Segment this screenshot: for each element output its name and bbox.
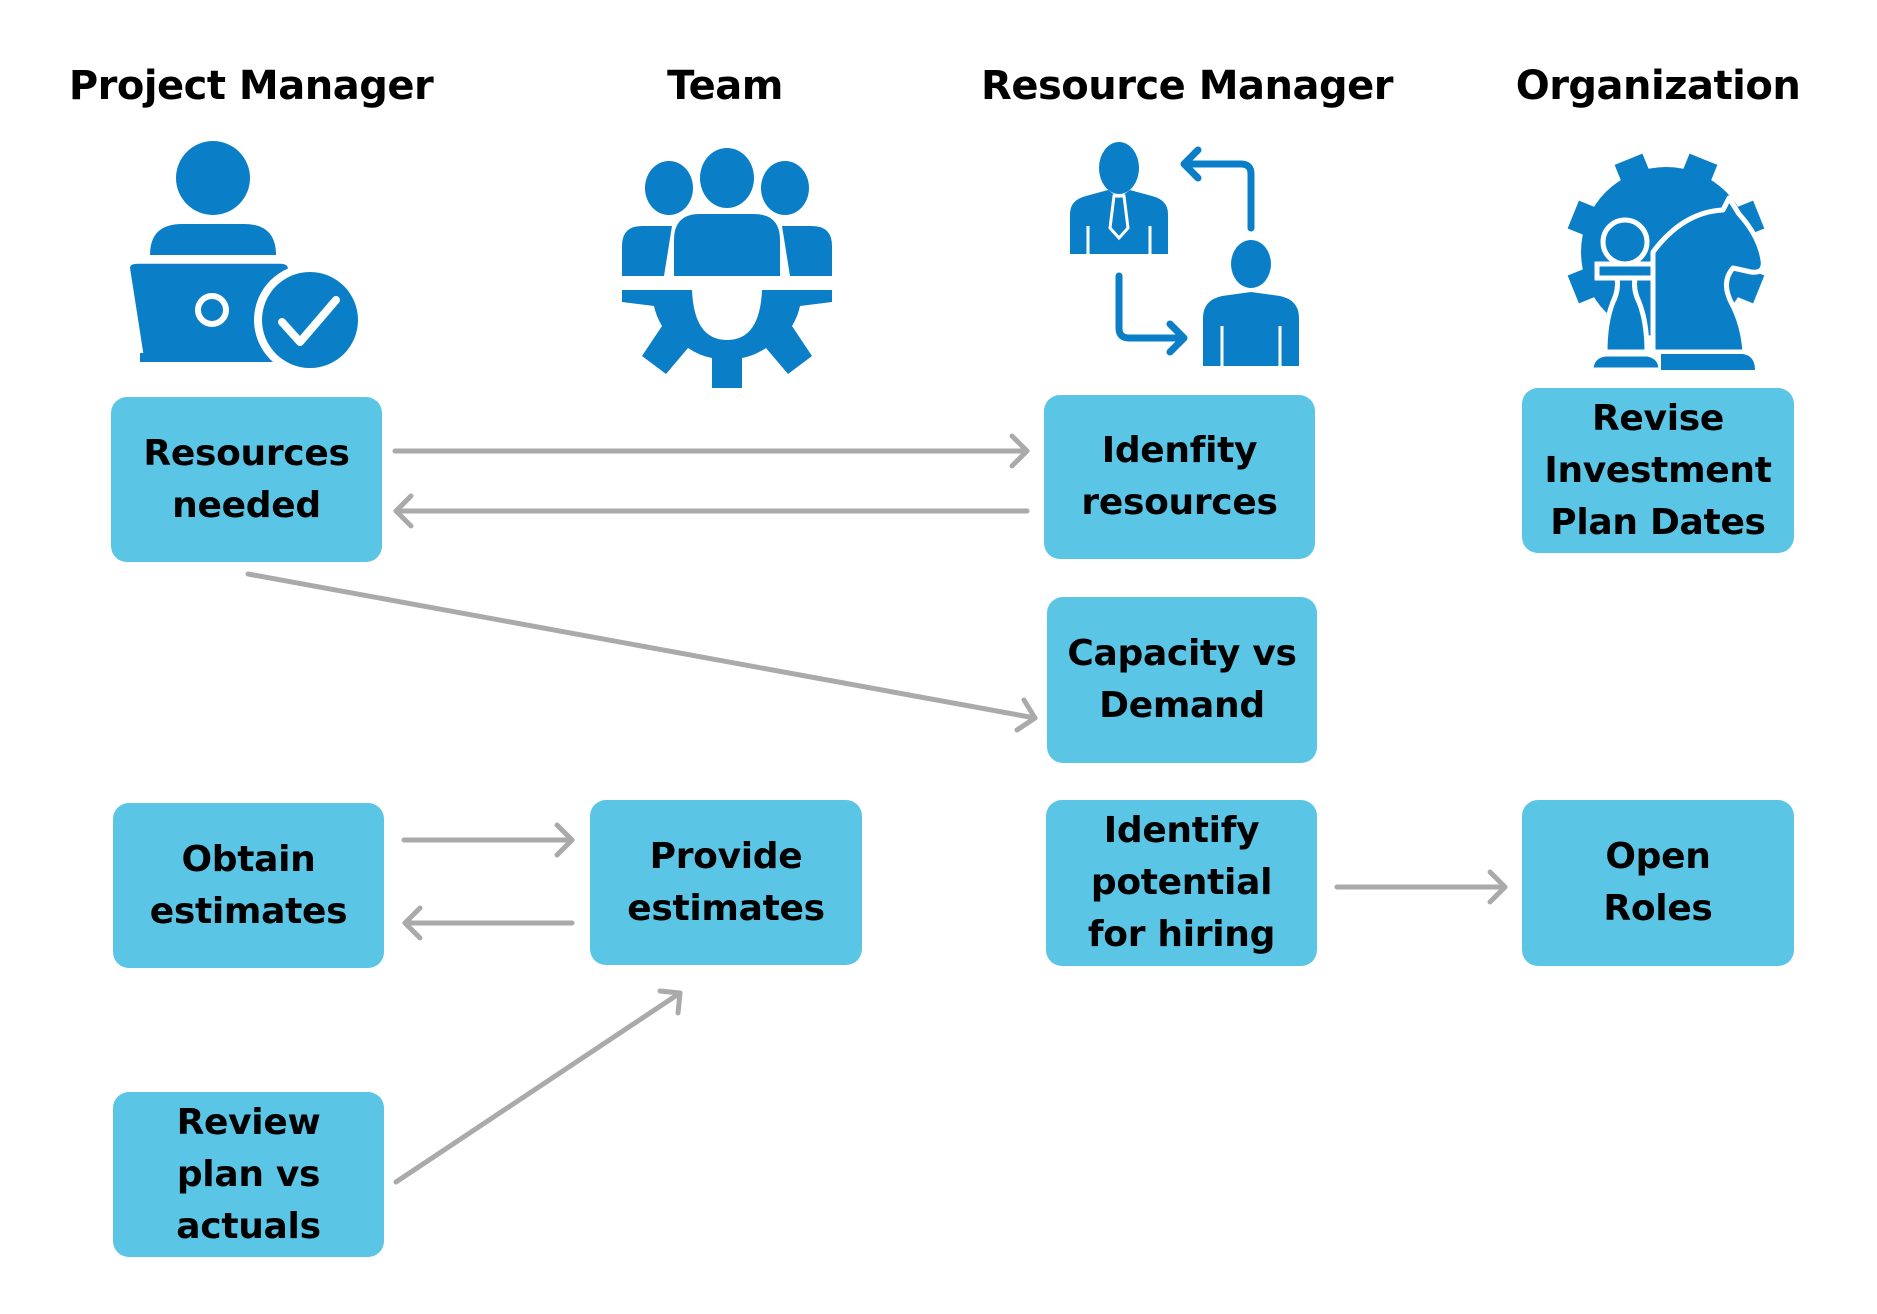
edge-provide-to-obtain (402, 905, 575, 941)
edge-resources-to-capacity (245, 571, 1038, 733)
edge-resources-to-identify (392, 433, 1030, 469)
edge-review-to-provide (393, 988, 683, 1185)
workflow-diagram: Project Manager Team Resource Manager Or… (0, 0, 1877, 1314)
edges-layer (245, 433, 1508, 1185)
edge-obtain-to-provide (401, 822, 575, 858)
edge-identify-to-resources (393, 493, 1030, 529)
edge-hiring-to-open-roles (1334, 869, 1508, 905)
